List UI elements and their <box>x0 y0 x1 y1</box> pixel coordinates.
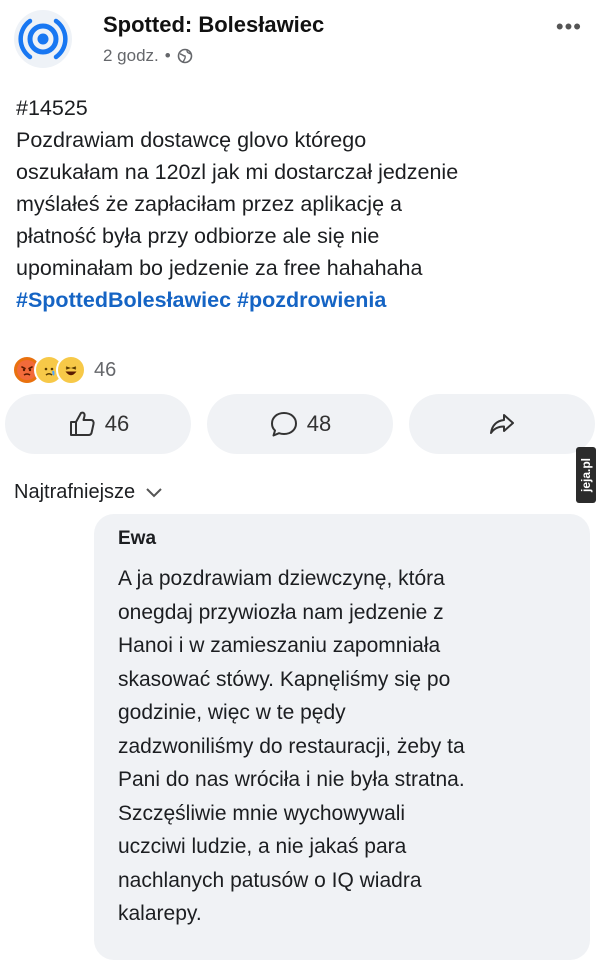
more-options-button[interactable]: ••• <box>556 14 582 40</box>
comment-bubble: Ewa A ja pozdrawiam dziewczynę, która on… <box>94 514 590 960</box>
comment-button[interactable]: 48 <box>207 394 393 454</box>
post-text-line: upominałam bo jedzenie za free hahahaha <box>16 256 423 280</box>
haha-emoji-icon <box>56 355 86 385</box>
sort-label: Najtrafniejsze <box>14 481 136 503</box>
comment-text-line: Szczęśliwie mnie wychowywali <box>118 801 406 825</box>
comment-text-line: Pani do nas wróciła i nie była stratna. <box>118 768 465 791</box>
page-avatar[interactable] <box>14 10 72 68</box>
comment-text: A ja pozdrawiam dziewczynę, która onegda… <box>118 562 578 931</box>
share-button[interactable] <box>409 394 595 454</box>
comment-text-line: kalarepy. <box>118 902 202 925</box>
reaction-summary[interactable]: 46 <box>12 355 116 385</box>
comment-text-line: skasować stówy. Kapnęliśmy się po <box>118 667 451 691</box>
post-text-line: myślałeś że zapłaciłam przez aplikację a <box>16 192 402 216</box>
post-text: #14525 Pozdrawiam dostawcę glovo którego… <box>16 92 576 316</box>
reaction-count: 46 <box>94 358 117 381</box>
watermark-text: jeja.pl <box>579 457 593 492</box>
comment-text-line: nachlanych patusów o IQ wiadra <box>118 868 422 892</box>
post-text-line: Pozdrawiam dostawcę glovo którego <box>16 128 367 152</box>
like-count: 46 <box>104 411 130 436</box>
comment-author[interactable]: Ewa <box>118 528 156 550</box>
post-meta: 2 godz. • <box>103 46 193 66</box>
post-action-bar: 46 48 <box>0 394 600 454</box>
page-name[interactable]: Spotted: Bolesławiec <box>103 12 324 38</box>
comment-text-line: Hanoi i w zamieszaniu zapomniała <box>118 634 441 657</box>
thumbs-up-icon <box>69 411 95 436</box>
comment-text-line: godzinie, więc w te pędy <box>118 701 346 724</box>
comment-bubble-icon <box>270 412 297 437</box>
comment-text-line: A ja pozdrawiam dziewczynę, która <box>118 567 445 590</box>
like-button[interactable]: 46 <box>5 394 191 454</box>
comment-text-line: onegdaj przywiozła nam jedzenie z <box>118 600 444 624</box>
hashtag-links[interactable]: #SpottedBolesławiec #pozdrowienia <box>16 284 576 316</box>
post-text-line: oszukałam na 120zl jak mi dostarczał jed… <box>16 160 459 184</box>
jeja-watermark: jeja.pl <box>576 447 596 503</box>
chevron-down-icon <box>146 487 162 497</box>
comment-text-line: uczciwi ludzie, a nie jakaś para <box>118 835 407 858</box>
comment-text-line: zadzwoniliśmy do restauracji, żeby ta <box>118 734 465 758</box>
spotted-logo-icon <box>18 18 68 60</box>
globe-icon <box>177 48 193 64</box>
meta-separator: • <box>164 46 171 65</box>
post-header: Spotted: Bolesławiec 2 godz. • ••• <box>0 0 600 90</box>
share-arrow-icon <box>490 414 514 434</box>
comment-count: 48 <box>306 411 332 436</box>
post-text-line: płatność była przy odbiorze ale się nie <box>16 224 380 248</box>
comment-sort-dropdown[interactable]: Najtrafniejsze <box>14 481 163 504</box>
post-time[interactable]: 2 godz. <box>103 46 159 66</box>
post-text-line: #14525 <box>16 96 88 120</box>
